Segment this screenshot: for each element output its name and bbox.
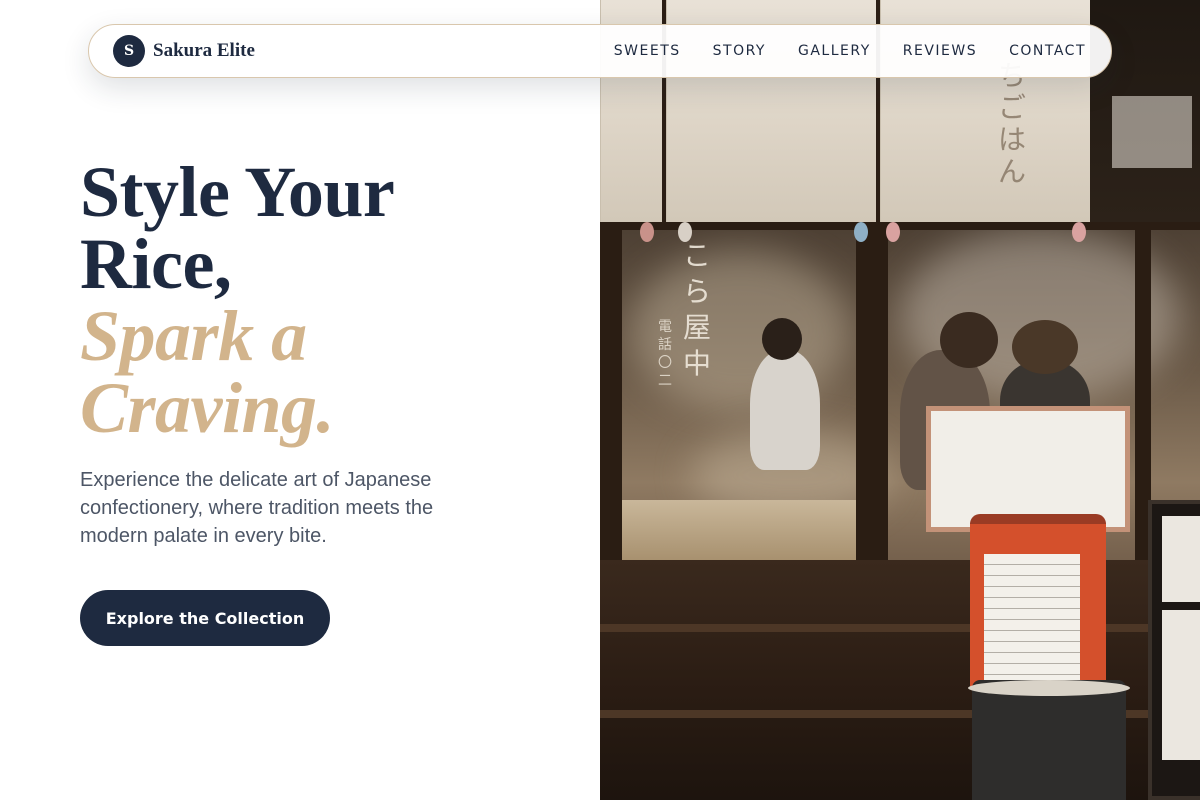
- planter-rim: [968, 680, 1130, 696]
- brand-name: Sakura Elite: [153, 40, 255, 61]
- menu-board: [1148, 500, 1200, 800]
- headline-line: Rice,: [80, 224, 232, 304]
- window-lettering: こら屋中: [682, 239, 711, 380]
- diner-figure: [940, 312, 998, 368]
- diner-figure: [762, 318, 802, 360]
- nav-link-gallery[interactable]: GALLERY: [798, 43, 871, 59]
- wood-rail: [600, 624, 1200, 632]
- nav-link-contact[interactable]: CONTACT: [1009, 43, 1086, 59]
- nav-link-reviews[interactable]: REVIEWS: [903, 43, 977, 59]
- noren-lettering: ちごはん: [997, 60, 1026, 188]
- headline-accent-line: Spark a: [80, 296, 307, 376]
- hanging-charm: [1072, 222, 1086, 242]
- navbar: S Sakura Elite SWEETS STORY GALLERY REVI…: [88, 24, 1112, 78]
- hanging-charm: [640, 222, 654, 242]
- hero-photo: ちごはん こら屋中 電話〇二: [600, 0, 1200, 800]
- nav-link-story[interactable]: STORY: [713, 43, 766, 59]
- headline-line: Style Your: [80, 152, 395, 232]
- headline-accent-line: Craving.: [80, 368, 335, 448]
- diner-figure: [750, 350, 820, 470]
- brand-logo: S: [113, 35, 145, 67]
- menu-slip: [1162, 610, 1200, 760]
- diner-figure: [1012, 320, 1078, 374]
- menu-slip: [1162, 516, 1200, 602]
- nav-link-sweets[interactable]: SWEETS: [614, 43, 681, 59]
- menu-paper: [984, 554, 1080, 680]
- nav-links: SWEETS STORY GALLERY REVIEWS CONTACT: [614, 43, 1086, 59]
- brand[interactable]: S Sakura Elite: [113, 35, 255, 67]
- hero-headline: Style Your Rice, Spark a Craving.: [80, 156, 580, 444]
- hero-section: Style Your Rice, Spark a Craving. Experi…: [80, 156, 580, 550]
- planter: [968, 680, 1130, 800]
- hanging-charm: [886, 222, 900, 242]
- tatami-floor: [600, 500, 860, 560]
- hero-description: Experience the delicate art of Japanese …: [80, 469, 434, 547]
- upper-window: [1112, 96, 1192, 168]
- hanging-charm: [854, 222, 868, 242]
- menu-sign: [970, 514, 1106, 690]
- window-lettering-small: 電話〇二: [658, 319, 672, 389]
- dark-facade: [1090, 0, 1200, 222]
- explore-collection-button[interactable]: Explore the Collection: [80, 590, 330, 646]
